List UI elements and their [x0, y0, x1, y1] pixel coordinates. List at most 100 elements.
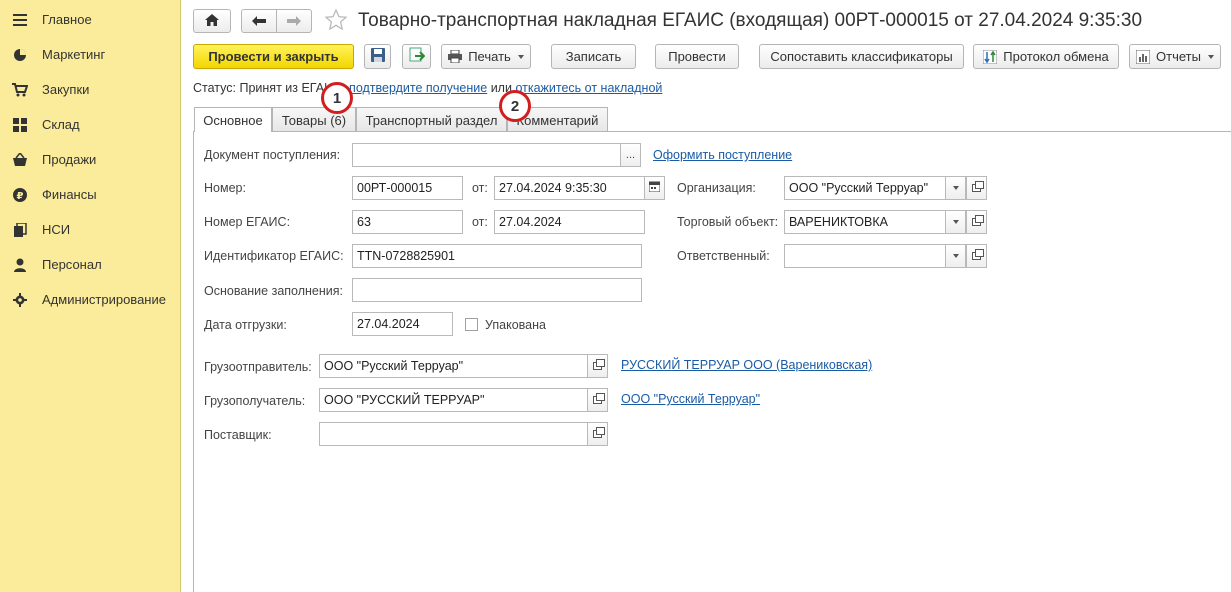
exchange-log-button[interactable]: Протокол обмена: [973, 44, 1119, 69]
tab-main[interactable]: Основное: [194, 107, 272, 132]
receipt-doc-field[interactable]: [352, 143, 621, 167]
sidebar-item-administration[interactable]: Администрирование: [0, 282, 180, 317]
person-icon: [12, 257, 28, 273]
organization-label: Организация:: [677, 181, 756, 195]
organization-dropdown-button[interactable]: [945, 176, 966, 200]
chevron-down-icon: [952, 254, 959, 258]
svg-text:₽: ₽: [17, 191, 24, 202]
pie-chart-icon: [12, 47, 28, 63]
ship-date-field[interactable]: 27.04.2024: [352, 312, 453, 336]
open-form-icon: [593, 393, 605, 404]
sidebar-item-sales[interactable]: Продажи: [0, 142, 180, 177]
sidebar-item-label: Закупки: [42, 82, 90, 97]
confirm-receipt-link[interactable]: подтвердите получение: [349, 81, 487, 95]
receipt-doc-label: Документ поступления:: [204, 148, 341, 162]
chevron-down-icon: [952, 186, 959, 190]
egais-date-from-label: от:: [472, 215, 488, 229]
gear-icon: [12, 292, 28, 308]
annotation-marker-1: 1: [321, 82, 353, 114]
basket-icon: [12, 152, 28, 168]
post-and-close-button[interactable]: Провести и закрыть: [193, 44, 354, 69]
grid-icon: [12, 117, 28, 133]
responsible-field[interactable]: [784, 244, 946, 268]
reports-menu-button[interactable]: Отчеты: [1129, 44, 1221, 69]
sidebar-item-label: Склад: [42, 117, 80, 132]
sidebar-item-label: Продажи: [42, 152, 97, 167]
sidebar-item-marketing[interactable]: Маркетинг: [0, 37, 180, 72]
save-button[interactable]: Записать: [551, 44, 636, 69]
receipt-doc-select-button[interactable]: ...: [620, 143, 641, 167]
sidebar-item-label: Финансы: [42, 187, 97, 202]
sidebar-item-finance[interactable]: ₽ Финансы: [0, 177, 180, 212]
arrow-left-icon: [252, 14, 266, 29]
report-icon: [1136, 49, 1151, 64]
sidebar-item-main[interactable]: Главное: [0, 2, 180, 37]
egais-date-field[interactable]: 27.04.2024: [494, 210, 645, 234]
calendar-button[interactable]: [644, 176, 665, 200]
shipper-field[interactable]: ООО "Русский Терруар": [319, 354, 588, 378]
sidebar-item-personnel[interactable]: Персонал: [0, 247, 180, 282]
ruble-coin-icon: ₽: [12, 187, 28, 203]
forward-button[interactable]: [276, 9, 312, 33]
packed-label: Упакована: [485, 318, 546, 332]
content-border: [193, 131, 194, 592]
number-date-from-label: от:: [472, 181, 488, 195]
supplier-open-button[interactable]: [587, 422, 608, 446]
back-button[interactable]: [241, 9, 277, 33]
packed-checkbox[interactable]: [465, 318, 478, 331]
consignee-link[interactable]: ООО "Русский Терруар": [621, 392, 760, 406]
arrow-right-icon: [287, 14, 301, 29]
responsible-open-button[interactable]: [966, 244, 987, 268]
page-title: Товарно-транспортная накладная ЕГАИС (вх…: [358, 10, 1143, 31]
create-receipt-link[interactable]: Оформить поступление: [653, 148, 792, 162]
open-form-icon: [972, 181, 984, 192]
sidebar-item-label: Администрирование: [42, 292, 166, 307]
home-button[interactable]: [193, 9, 231, 33]
trade-object-open-button[interactable]: [966, 210, 987, 234]
sidebar: Главное Маркетинг Закупки Склад Продажи …: [0, 0, 181, 592]
reject-invoice-link[interactable]: откажитесь от накладной: [515, 81, 662, 95]
save-icon-button[interactable]: [364, 44, 391, 69]
responsible-dropdown-button[interactable]: [945, 244, 966, 268]
sidebar-item-nsi[interactable]: НСИ: [0, 212, 180, 247]
fill-basis-field[interactable]: [352, 278, 642, 302]
exchange-log-label: Протокол обмена: [1003, 49, 1109, 64]
status-line: Статус: Принят из ЕГАИС, подтвердите пол…: [193, 81, 662, 95]
post-button[interactable]: Провести: [655, 44, 739, 69]
print-menu-button[interactable]: Печать: [441, 44, 531, 69]
egais-id-field[interactable]: TTN-0728825901: [352, 244, 642, 268]
egais-number-field[interactable]: 63: [352, 210, 463, 234]
trade-object-dropdown-button[interactable]: [945, 210, 966, 234]
consignee-field[interactable]: ООО "РУССКИЙ ТЕРРУАР": [319, 388, 588, 412]
shipper-link[interactable]: РУССКИЙ ТЕРРУАР ООО (Варениковская): [621, 358, 872, 372]
annotation-marker-2: 2: [499, 90, 531, 122]
egais-number-label: Номер ЕГАИС:: [204, 215, 291, 229]
supplier-field[interactable]: [319, 422, 588, 446]
sidebar-item-warehouse[interactable]: Склад: [0, 107, 180, 142]
number-label: Номер:: [204, 181, 246, 195]
book-icon: [12, 222, 28, 238]
organization-field[interactable]: ООО "Русский Терруар": [784, 176, 946, 200]
chevron-down-icon: [517, 54, 524, 59]
organization-open-button[interactable]: [966, 176, 987, 200]
trade-object-label: Торговый объект:: [677, 215, 779, 229]
open-form-icon: [972, 249, 984, 260]
shipper-label: Грузоотправитель:: [204, 360, 312, 374]
calendar-icon: [648, 181, 661, 195]
number-field[interactable]: 00РТ-000015: [352, 176, 463, 200]
consignee-open-button[interactable]: [587, 388, 608, 412]
exchange-arrows-icon: [983, 49, 998, 64]
match-classifiers-button[interactable]: Сопоставить классификаторы: [759, 44, 964, 69]
chevron-down-icon: [952, 220, 959, 224]
tab-transport[interactable]: Транспортный раздел: [356, 107, 507, 132]
favorite-star-icon[interactable]: [324, 8, 348, 35]
chevron-down-icon: [1207, 54, 1214, 59]
consignee-label: Грузополучатель:: [204, 394, 306, 408]
create-based-on-button[interactable]: [402, 44, 431, 69]
shipper-open-button[interactable]: [587, 354, 608, 378]
trade-object-field[interactable]: ВАРЕНИКТОВКА: [784, 210, 946, 234]
number-date-field[interactable]: 27.04.2024 9:35:30: [494, 176, 645, 200]
sidebar-item-purchases[interactable]: Закупки: [0, 72, 180, 107]
print-label: Печать: [468, 49, 511, 64]
sidebar-item-label: НСИ: [42, 222, 71, 237]
